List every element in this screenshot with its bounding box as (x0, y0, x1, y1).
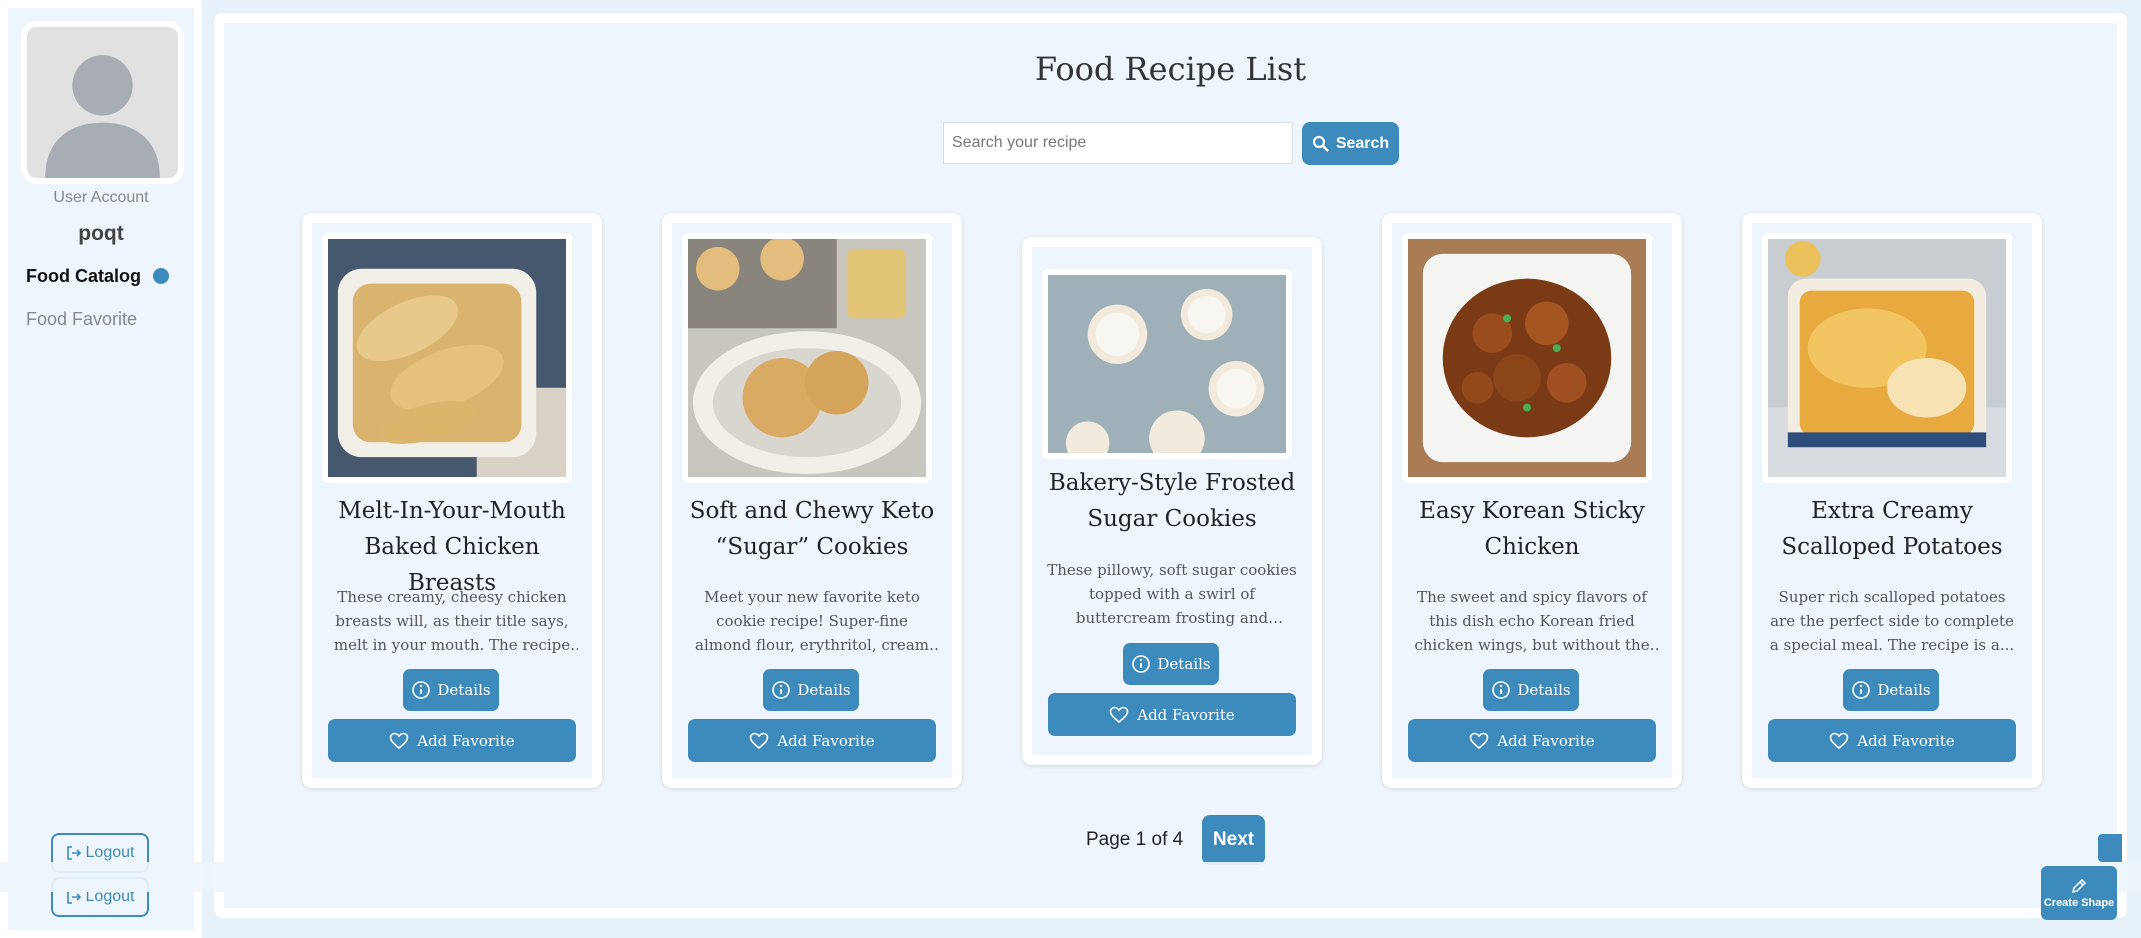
search-button[interactable]: Search (1302, 122, 1399, 165)
avatar (21, 21, 184, 184)
main-panel: Food Recipe List Search your recipe Sear… (224, 23, 2117, 908)
create-shape-button[interactable]: Create Shape (2041, 866, 2117, 920)
recipe-description: Super rich scalloped potatoes are the pe… (1769, 588, 2015, 654)
add-favorite-label: Add Favorite (1137, 705, 1235, 724)
recipe-title: Easy Korean Sticky Chicken (1419, 498, 1645, 560)
next-page-button[interactable]: Next (1202, 815, 1265, 865)
recipe-description: Meet your new favorite keto cookie recip… (695, 588, 929, 654)
recipe-description: These creamy, cheesy chicken breasts wil… (333, 588, 571, 654)
heart-icon (389, 732, 409, 749)
info-icon (1132, 655, 1151, 673)
logout-label: Logout (85, 844, 135, 861)
create-shape-label: Create Shape (2043, 897, 2115, 909)
recipe-card-body: Bakery-Style Frosted Sugar Cookies These… (1032, 247, 1312, 755)
heart-icon (1109, 706, 1129, 723)
recipe-card: Soft and Chewy Keto “Sugar” Cookies Meet… (662, 213, 962, 788)
active-indicator-icon (153, 268, 169, 284)
add-favorite-label: Add Favorite (1497, 731, 1595, 750)
page-title: Food Recipe List (1034, 50, 1307, 88)
details-label: Details (797, 681, 851, 699)
recipe-title: Soft and Chewy Keto “Sugar” Cookies (689, 498, 935, 560)
username: poqt (78, 222, 124, 245)
details-button[interactable]: Details (403, 669, 499, 711)
scalloped-potatoes-image (1768, 239, 2006, 477)
pencil-icon (2071, 878, 2087, 894)
recipe-card: Extra Creamy Scalloped Potatoes Super ri… (1742, 213, 2042, 788)
recipe-description: The sweet and spicy flavors of this dish… (1414, 588, 1650, 654)
overlay-strip (0, 862, 2141, 892)
recipe-title: Bakery-Style Frosted Sugar Cookies (1048, 470, 1296, 532)
add-favorite-button[interactable]: Add Favorite (1408, 719, 1656, 762)
details-label: Details (1157, 655, 1211, 673)
details-button[interactable]: Details (1483, 669, 1579, 711)
recipe-image (1042, 269, 1292, 459)
add-favorite-button[interactable]: Add Favorite (1048, 693, 1296, 736)
korean-chicken-image (1408, 239, 1646, 477)
add-favorite-label: Add Favorite (417, 731, 515, 750)
logout-icon (66, 846, 81, 860)
search-button-label: Search (1335, 134, 1390, 152)
recipe-description: These pillowy, soft sugar cookies topped… (1047, 561, 1297, 627)
recipe-card-body: Soft and Chewy Keto “Sugar” Cookies Meet… (672, 223, 952, 778)
details-button[interactable]: Details (1123, 643, 1219, 685)
add-favorite-button[interactable]: Add Favorite (328, 719, 576, 762)
info-icon (1492, 681, 1511, 699)
main-content: Food Recipe List Search your recipe Sear… (214, 13, 2127, 918)
details-button[interactable]: Details (1843, 669, 1939, 711)
search-icon (1312, 135, 1329, 152)
recipe-card: Easy Korean Sticky Chicken The sweet and… (1382, 213, 1682, 788)
heart-icon (1829, 732, 1849, 749)
recipe-image (322, 233, 572, 483)
details-button[interactable]: Details (763, 669, 859, 711)
recipe-card: Melt-In-Your-Mouth Baked Chicken Breasts… (302, 213, 602, 788)
sidebar: User Account poqt Food Catalog Food Favo… (0, 0, 202, 938)
recipe-image (1762, 233, 2012, 483)
info-icon (1852, 681, 1871, 699)
recipe-image (682, 233, 932, 483)
baked-chicken-image (328, 239, 566, 477)
recipe-card-body: Easy Korean Sticky Chicken The sweet and… (1392, 223, 1672, 778)
add-favorite-button[interactable]: Add Favorite (1768, 719, 2016, 762)
recipe-title: Extra Creamy Scalloped Potatoes (1781, 498, 2003, 560)
heart-icon (749, 732, 769, 749)
add-favorite-label: Add Favorite (777, 731, 875, 750)
sugar-cookies-image (1048, 275, 1286, 453)
info-icon (412, 681, 431, 699)
side-tab-handle[interactable] (2098, 834, 2122, 862)
add-favorite-label: Add Favorite (1857, 731, 1955, 750)
page-indicator: Page 1 of 4 (1086, 829, 1184, 850)
user-account-label: User Account (53, 189, 149, 206)
info-icon (772, 681, 791, 699)
add-favorite-button[interactable]: Add Favorite (688, 719, 936, 762)
heart-icon (1469, 732, 1489, 749)
details-label: Details (1877, 681, 1931, 699)
sidebar-item-food-catalog[interactable]: Food Catalog (26, 266, 169, 287)
recipe-card-body: Extra Creamy Scalloped Potatoes Super ri… (1752, 223, 2032, 778)
keto-cookies-image (688, 239, 926, 477)
recipe-card: Bakery-Style Frosted Sugar Cookies These… (1022, 237, 1322, 765)
recipe-card-body: Melt-In-Your-Mouth Baked Chicken Breasts… (312, 223, 592, 778)
sidebar-item-label: Food Catalog (26, 266, 141, 286)
recipe-image (1402, 233, 1652, 483)
details-label: Details (437, 681, 491, 699)
details-label: Details (1517, 681, 1571, 699)
sidebar-panel: User Account poqt Food Catalog Food Favo… (8, 8, 194, 930)
sidebar-item-food-favorite[interactable]: Food Favorite (26, 309, 137, 330)
user-avatar-icon (27, 27, 178, 178)
search-input[interactable] (943, 122, 1293, 164)
